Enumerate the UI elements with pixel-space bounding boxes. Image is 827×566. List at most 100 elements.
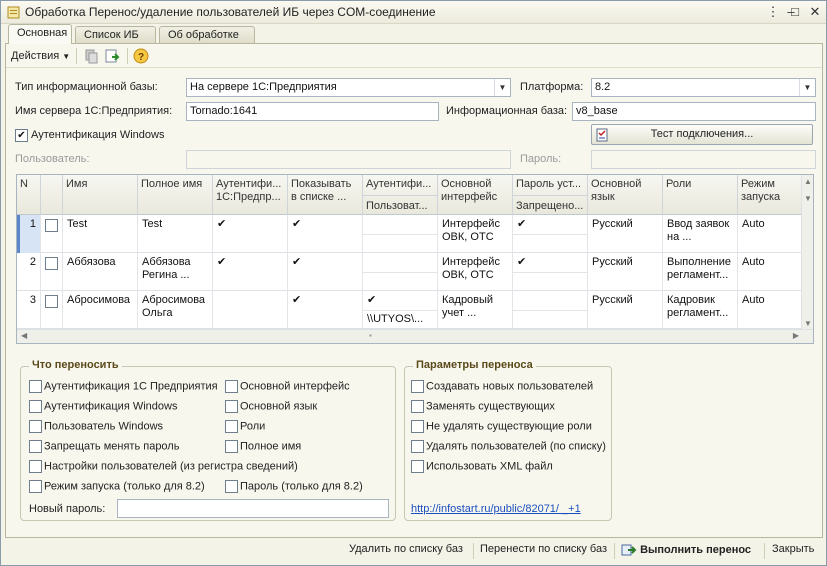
opt-nodelete[interactable]: Не удалять существующие роли (411, 420, 592, 433)
checkbox[interactable] (411, 400, 424, 413)
col-check[interactable] (41, 175, 63, 215)
win-auth-checkbox[interactable]: ✔ (15, 129, 28, 142)
checkbox[interactable] (29, 480, 42, 493)
opt-create[interactable]: Создавать новых пользователей (411, 380, 593, 393)
opt-replace[interactable]: Заменять существующих (411, 400, 555, 413)
col-show[interactable]: Показывать в списке ... (288, 175, 363, 215)
chevron-down-icon[interactable]: ▼ (494, 79, 510, 96)
col-pwd-label: Пароль уст... (516, 178, 582, 190)
row-checkbox[interactable] (45, 295, 58, 308)
checkbox[interactable] (225, 440, 238, 453)
checkbox[interactable] (29, 420, 42, 433)
export-icon[interactable] (104, 48, 120, 64)
row-authwin-user (363, 234, 437, 239)
opt-settings[interactable]: Настройки пользователей (из регистра све… (29, 460, 298, 473)
row-iface: Интерфейс ОВК, ОТС (438, 253, 513, 291)
opt-authwin[interactable]: Аутентификация Windows (29, 400, 177, 413)
table-row[interactable]: 2 Аббязова Аббязова Регина ... ✔ ✔ Интер… (17, 253, 802, 291)
row-pwd: ✔ (517, 218, 527, 230)
opt-delete[interactable]: Удалять пользователей (по списку) (411, 440, 606, 453)
chevron-down-icon: ▼ (62, 52, 71, 61)
tab-main[interactable]: Основная (8, 24, 72, 44)
checkbox[interactable] (411, 440, 424, 453)
checkbox[interactable] (411, 420, 424, 433)
col-name[interactable]: Имя (63, 175, 138, 215)
params-group-title: Параметры переноса (413, 359, 536, 371)
copy-icon[interactable] (83, 48, 99, 64)
run-transfer-button[interactable]: Выполнить перенос (621, 543, 751, 557)
user-input[interactable] (186, 150, 511, 169)
col-n[interactable]: N (17, 175, 41, 215)
test-connection-button[interactable]: Тест подключения... (591, 124, 813, 145)
col-pwd[interactable]: Пароль уст... Запрещено... (513, 175, 588, 215)
col-lang[interactable]: Основной язык (588, 175, 663, 215)
scroll-right-icon[interactable]: ▶ (793, 331, 799, 340)
opt-xml[interactable]: Использовать XML файл (411, 460, 553, 473)
row-checkbox[interactable] (45, 257, 58, 270)
scroll-up-icon[interactable]: ▲ (804, 177, 812, 186)
table-row[interactable]: 3 Абросимова Абросимова Ольга ✔ ✔ \\UTYOS… (17, 291, 802, 329)
opt-lang-label: Основной язык (240, 400, 318, 413)
actions-menu[interactable]: Действия ▼ (11, 47, 70, 65)
checkbox[interactable] (411, 380, 424, 393)
col-fullname[interactable]: Полное имя (138, 175, 213, 215)
help-icon[interactable]: ? (133, 48, 149, 64)
row-lang: Русский (588, 291, 663, 329)
maximize-icon[interactable]: □ (787, 4, 803, 20)
opt-forbid[interactable]: Запрещать менять пароль (29, 440, 179, 453)
col-roles[interactable]: Роли (663, 175, 738, 215)
opt-fullname[interactable]: Полное имя (225, 440, 301, 453)
close-button[interactable]: Закрыть (772, 543, 814, 555)
transfer-by-list-button[interactable]: Перенести по списку баз (480, 543, 607, 555)
opt-iface[interactable]: Основной интерфейс (225, 380, 350, 393)
close-icon[interactable]: ✕ (807, 4, 823, 20)
checkbox[interactable] (225, 380, 238, 393)
checkbox[interactable] (29, 400, 42, 413)
opt-auth1c[interactable]: Аутентификация 1С Предприятия (29, 380, 218, 393)
platform-select[interactable]: 8.2 ▼ (591, 78, 816, 97)
tab-about[interactable]: Об обработке (159, 26, 255, 44)
scroll-down-icon[interactable]: ▼ (804, 194, 812, 203)
chevron-down-icon[interactable]: ▼ (799, 79, 815, 96)
scroll-down-icon[interactable]: ▼ (804, 319, 812, 328)
vertical-scrollbar[interactable]: ▲ ▼ ▼ (801, 175, 813, 330)
opt-roles-label: Роли (240, 420, 266, 433)
infostart-link[interactable]: http://infostart.ru/public/82071/ _+1 (411, 503, 581, 515)
tab-ib-list[interactable]: Список ИБ (75, 26, 156, 44)
password-input[interactable] (591, 150, 816, 169)
row-show: ✔ (288, 253, 363, 291)
horizontal-scrollbar[interactable]: ◀ ▪ ▶ (17, 329, 813, 343)
col-iface[interactable]: Основной интерфейс (438, 175, 513, 215)
checkbox[interactable] (225, 420, 238, 433)
opt-pwd[interactable]: Пароль (только для 8.2) (225, 480, 363, 493)
server-input[interactable]: Tornado:1641 (186, 102, 439, 121)
new-password-input[interactable] (117, 499, 389, 518)
col-auth1c[interactable]: Аутентифи... 1С:Предпр... (213, 175, 288, 215)
checkbox[interactable] (29, 380, 42, 393)
opt-mode[interactable]: Режим запуска (только для 8.2) (29, 480, 205, 493)
checkbox[interactable] (29, 440, 42, 453)
row-number: 2 (17, 253, 41, 291)
col-authwin[interactable]: Аутентифи... Пользоват... (363, 175, 438, 215)
row-checkbox[interactable] (45, 219, 58, 232)
ib-input[interactable]: v8_base (572, 102, 816, 121)
checkbox[interactable] (225, 480, 238, 493)
opt-lang[interactable]: Основной язык (225, 400, 317, 413)
scroll-thumb[interactable]: ▪ (369, 331, 372, 340)
row-pwd-cell: ✔ (513, 253, 588, 291)
delete-by-list-button[interactable]: Удалить по списку баз (349, 543, 463, 555)
table-row[interactable]: 1 Test Test ✔ ✔ Интерфейс ОВК, ОТС ✔ Рус… (17, 215, 802, 253)
checkbox[interactable] (411, 460, 424, 473)
col-mode[interactable]: Режим запуска (738, 175, 802, 215)
help-icon[interactable]: ⋮ (765, 4, 781, 20)
ib-type-select[interactable]: На сервере 1С:Предприятия ▼ (186, 78, 511, 97)
opt-winuser[interactable]: Пользователь Windows (29, 420, 163, 433)
checkbox[interactable] (225, 400, 238, 413)
users-table[interactable]: N Имя Полное имя Аутентифи... 1С:Предпр.… (16, 174, 814, 344)
opt-roles[interactable]: Роли (225, 420, 265, 433)
scroll-left-icon[interactable]: ◀ (21, 331, 27, 340)
checkbox[interactable] (29, 460, 42, 473)
row-mode: Auto (742, 294, 765, 306)
opt-nodelete-label: Не удалять существующие роли (426, 420, 592, 433)
row-pwd-cell: ✔ (513, 215, 588, 253)
